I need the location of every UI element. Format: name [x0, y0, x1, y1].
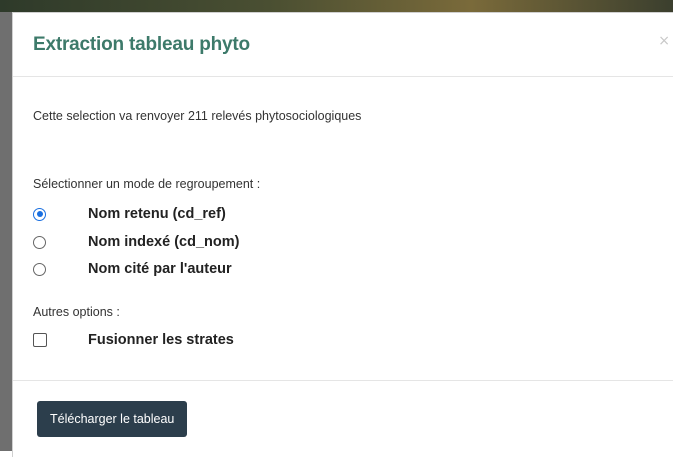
- background-page-strip: [0, 0, 673, 12]
- modal-header: Extraction tableau phyto ×: [13, 13, 673, 77]
- radio-checked-icon[interactable]: [33, 207, 46, 221]
- checkbox-icon[interactable]: [33, 333, 47, 347]
- checkbox-label: Fusionner les strates: [88, 332, 234, 348]
- radio-unchecked-icon[interactable]: [33, 235, 46, 249]
- radio-label: Nom retenu (cd_ref): [88, 206, 226, 222]
- extraction-modal: Extraction tableau phyto × Cette selecti…: [12, 12, 673, 457]
- radio-label: Nom indexé (cd_nom): [88, 234, 240, 250]
- other-options-label: Autres options :: [33, 305, 120, 319]
- modal-footer: Télécharger le tableau: [13, 381, 673, 461]
- radio-unchecked-icon[interactable]: [33, 262, 46, 276]
- checkbox-fusionner-strates[interactable]: Fusionner les strates: [33, 329, 234, 351]
- selection-info-text: Cette selection va renvoyer 211 relevés …: [33, 109, 362, 123]
- grouping-mode-label: Sélectionner un mode de regroupement :: [33, 177, 261, 191]
- download-table-button[interactable]: Télécharger le tableau: [37, 401, 188, 437]
- radio-option-nom-retenu[interactable]: Nom retenu (cd_ref): [33, 203, 226, 225]
- modal-title: Extraction tableau phyto: [33, 34, 250, 55]
- radio-label: Nom cité par l'auteur: [88, 261, 232, 277]
- modal-body: Cette selection va renvoyer 211 relevés …: [13, 77, 673, 381]
- radio-option-nom-indexe[interactable]: Nom indexé (cd_nom): [33, 231, 239, 253]
- radio-option-nom-cite[interactable]: Nom cité par l'auteur: [33, 258, 232, 280]
- close-icon[interactable]: ×: [658, 33, 670, 49]
